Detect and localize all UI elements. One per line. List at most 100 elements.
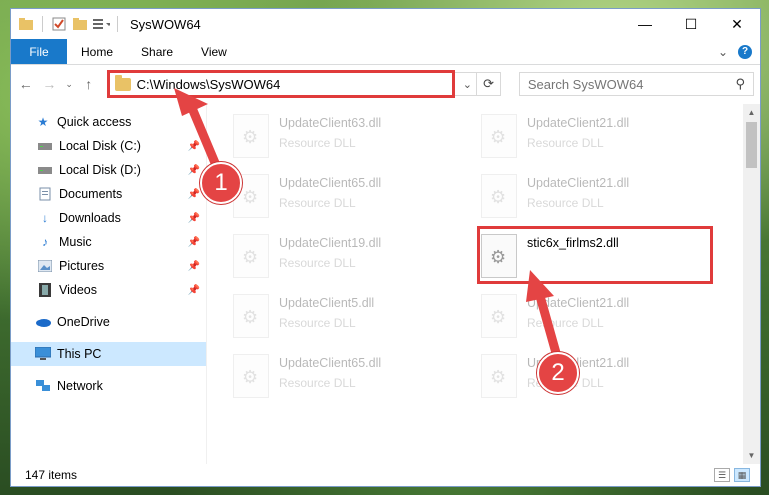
file-item[interactable]: UpdateClient21.dll Resource DLL: [475, 288, 715, 348]
nav-item-downloads[interactable]: ↓ Downloads 📌: [11, 206, 206, 230]
search-input[interactable]: [527, 76, 736, 92]
up-arrow-icon[interactable]: ↑: [80, 76, 98, 92]
file-type: Resource DLL: [527, 316, 604, 330]
file-type: Resource DLL: [527, 136, 604, 150]
nav-label: Downloads: [59, 211, 121, 225]
ribbon-right: ⌄ ?: [718, 39, 760, 64]
close-button[interactable]: ✕: [714, 9, 760, 39]
window-title: SysWOW64: [130, 16, 201, 32]
maximize-button[interactable]: ☐: [668, 9, 714, 39]
pin-icon[interactable]: 📌: [188, 213, 200, 224]
pin-icon[interactable]: 📌: [188, 141, 200, 152]
file-item[interactable]: UpdateClient21.dllResource DLL: [475, 168, 715, 228]
back-arrow-icon[interactable]: ←: [17, 76, 35, 92]
title-bar: SysWOW64 — ☐ ✕: [11, 9, 760, 39]
file-type: Resource DLL: [527, 196, 604, 210]
pin-icon[interactable]: 📌: [188, 165, 200, 176]
file-item[interactable]: UpdateClient21.dll Resource DLL: [475, 108, 715, 168]
dll-file-icon: [233, 114, 269, 158]
target-dll-file[interactable]: stic6x_firlms2.dll: [475, 228, 715, 288]
window-controls: — ☐ ✕: [622, 9, 760, 39]
new-folder-icon[interactable]: [71, 15, 89, 33]
pin-icon[interactable]: 📌: [188, 237, 200, 248]
details-view-icon[interactable]: ☰: [714, 468, 730, 482]
nav-label: Videos: [59, 283, 97, 297]
chevron-down-icon[interactable]: ⌄: [458, 78, 476, 91]
vertical-scrollbar[interactable]: ▲ ▼: [743, 104, 760, 464]
dll-file-icon: [233, 354, 269, 398]
help-icon[interactable]: ?: [738, 44, 752, 59]
pin-icon[interactable]: 📌: [188, 189, 200, 200]
tab-view[interactable]: View: [187, 39, 241, 64]
file-name: UpdateClient19.dll: [279, 236, 382, 250]
nav-label: Quick access: [57, 115, 132, 129]
scroll-up-icon[interactable]: ▲: [743, 104, 760, 121]
file-item[interactable]: UpdateClient65.dll Resource DLL: [227, 168, 467, 228]
navigation-pane: ★ Quick access Local Disk (C:) 📌 Local D…: [11, 104, 207, 464]
dll-file-icon: [233, 294, 269, 338]
pin-icon[interactable]: 📌: [188, 261, 200, 272]
nav-label: OneDrive: [57, 315, 110, 329]
file-item[interactable]: UpdateClient65.dll Resource DLL: [227, 348, 467, 408]
scroll-thumb[interactable]: [746, 122, 757, 168]
file-name: UpdateClient65.dll: [279, 356, 382, 370]
file-item[interactable]: UpdateClient63.dll Resource DLL: [227, 108, 467, 168]
videos-icon: [37, 282, 53, 298]
folder-icon: [17, 15, 35, 33]
nav-item-music[interactable]: ♪ Music 📌: [11, 230, 206, 254]
nav-label: Local Disk (C:): [59, 139, 141, 153]
nav-item-documents[interactable]: Documents 📌: [11, 182, 206, 206]
search-box[interactable]: ⚲: [518, 72, 755, 96]
forward-arrow-icon[interactable]: →: [41, 76, 59, 92]
file-name: UpdateClient21.dll: [527, 116, 630, 130]
nav-item-pictures[interactable]: Pictures 📌: [11, 254, 206, 278]
nav-network[interactable]: Network: [11, 374, 206, 398]
dll-file-icon: [481, 294, 517, 338]
file-type: Resource DLL: [279, 196, 356, 210]
toolbar-divider: [117, 16, 118, 32]
file-type: Resource DLL: [279, 256, 356, 270]
file-item[interactable]: UpdateClient19.dll Resource DLL: [227, 228, 467, 288]
folder-icon: [114, 74, 131, 91]
nav-item-videos[interactable]: Videos 📌: [11, 278, 206, 302]
ribbon-tabs: File Home Share View ⌄ ?: [11, 39, 760, 65]
tab-file[interactable]: File: [11, 39, 67, 64]
file-name: stic6x_firlms2.dll: [527, 236, 619, 250]
nav-label: Documents: [59, 187, 123, 201]
pin-icon[interactable]: 📌: [188, 285, 200, 296]
nav-quick-access[interactable]: ★ Quick access: [11, 110, 206, 134]
refresh-icon[interactable]: ⟳: [477, 72, 501, 96]
search-icon: ⚲: [735, 76, 746, 91]
documents-icon: [37, 186, 53, 202]
drive-icon: [37, 138, 53, 154]
properties-icon[interactable]: [50, 15, 68, 33]
network-icon: [35, 378, 51, 394]
customize-toolbar-icon[interactable]: [92, 15, 110, 33]
nav-item-local-disk-d[interactable]: Local Disk (D:) 📌: [11, 158, 206, 182]
recent-locations-icon[interactable]: ⌄: [64, 79, 74, 90]
tab-share[interactable]: Share: [127, 39, 187, 64]
tiles-view-icon[interactable]: ▦: [734, 468, 750, 482]
address-path[interactable]: C:\Windows\SysWOW64: [137, 77, 281, 92]
file-item[interactable]: UpdateClient5.dll Resource DLL: [227, 288, 467, 348]
downloads-icon: ↓: [42, 211, 48, 225]
address-bar[interactable]: C:\Windows\SysWOW64 ⌄: [106, 70, 478, 98]
pictures-icon: [37, 258, 53, 274]
tab-home[interactable]: Home: [67, 39, 127, 64]
expand-ribbon-icon[interactable]: ⌄: [718, 45, 728, 59]
nav-this-pc[interactable]: This PC: [11, 342, 206, 366]
file-name: UpdateClient5.dll: [279, 296, 375, 310]
step-2-badge: 2: [537, 352, 579, 394]
scroll-down-icon[interactable]: ▼: [743, 447, 760, 464]
file-item[interactable]: UpdateClient21.dllResource DLL: [475, 348, 715, 408]
minimize-button[interactable]: —: [622, 9, 668, 39]
main-body: ★ Quick access Local Disk (C:) 📌 Local D…: [11, 104, 760, 464]
file-name: UpdateClient21.dll: [527, 296, 630, 310]
nav-item-local-disk-c[interactable]: Local Disk (C:) 📌: [11, 134, 206, 158]
file-type: Resource DLL: [279, 136, 356, 150]
nav-onedrive[interactable]: OneDrive: [11, 310, 206, 334]
file-list: UpdateClient63.dll Resource DLL UpdateCli…: [207, 104, 743, 464]
